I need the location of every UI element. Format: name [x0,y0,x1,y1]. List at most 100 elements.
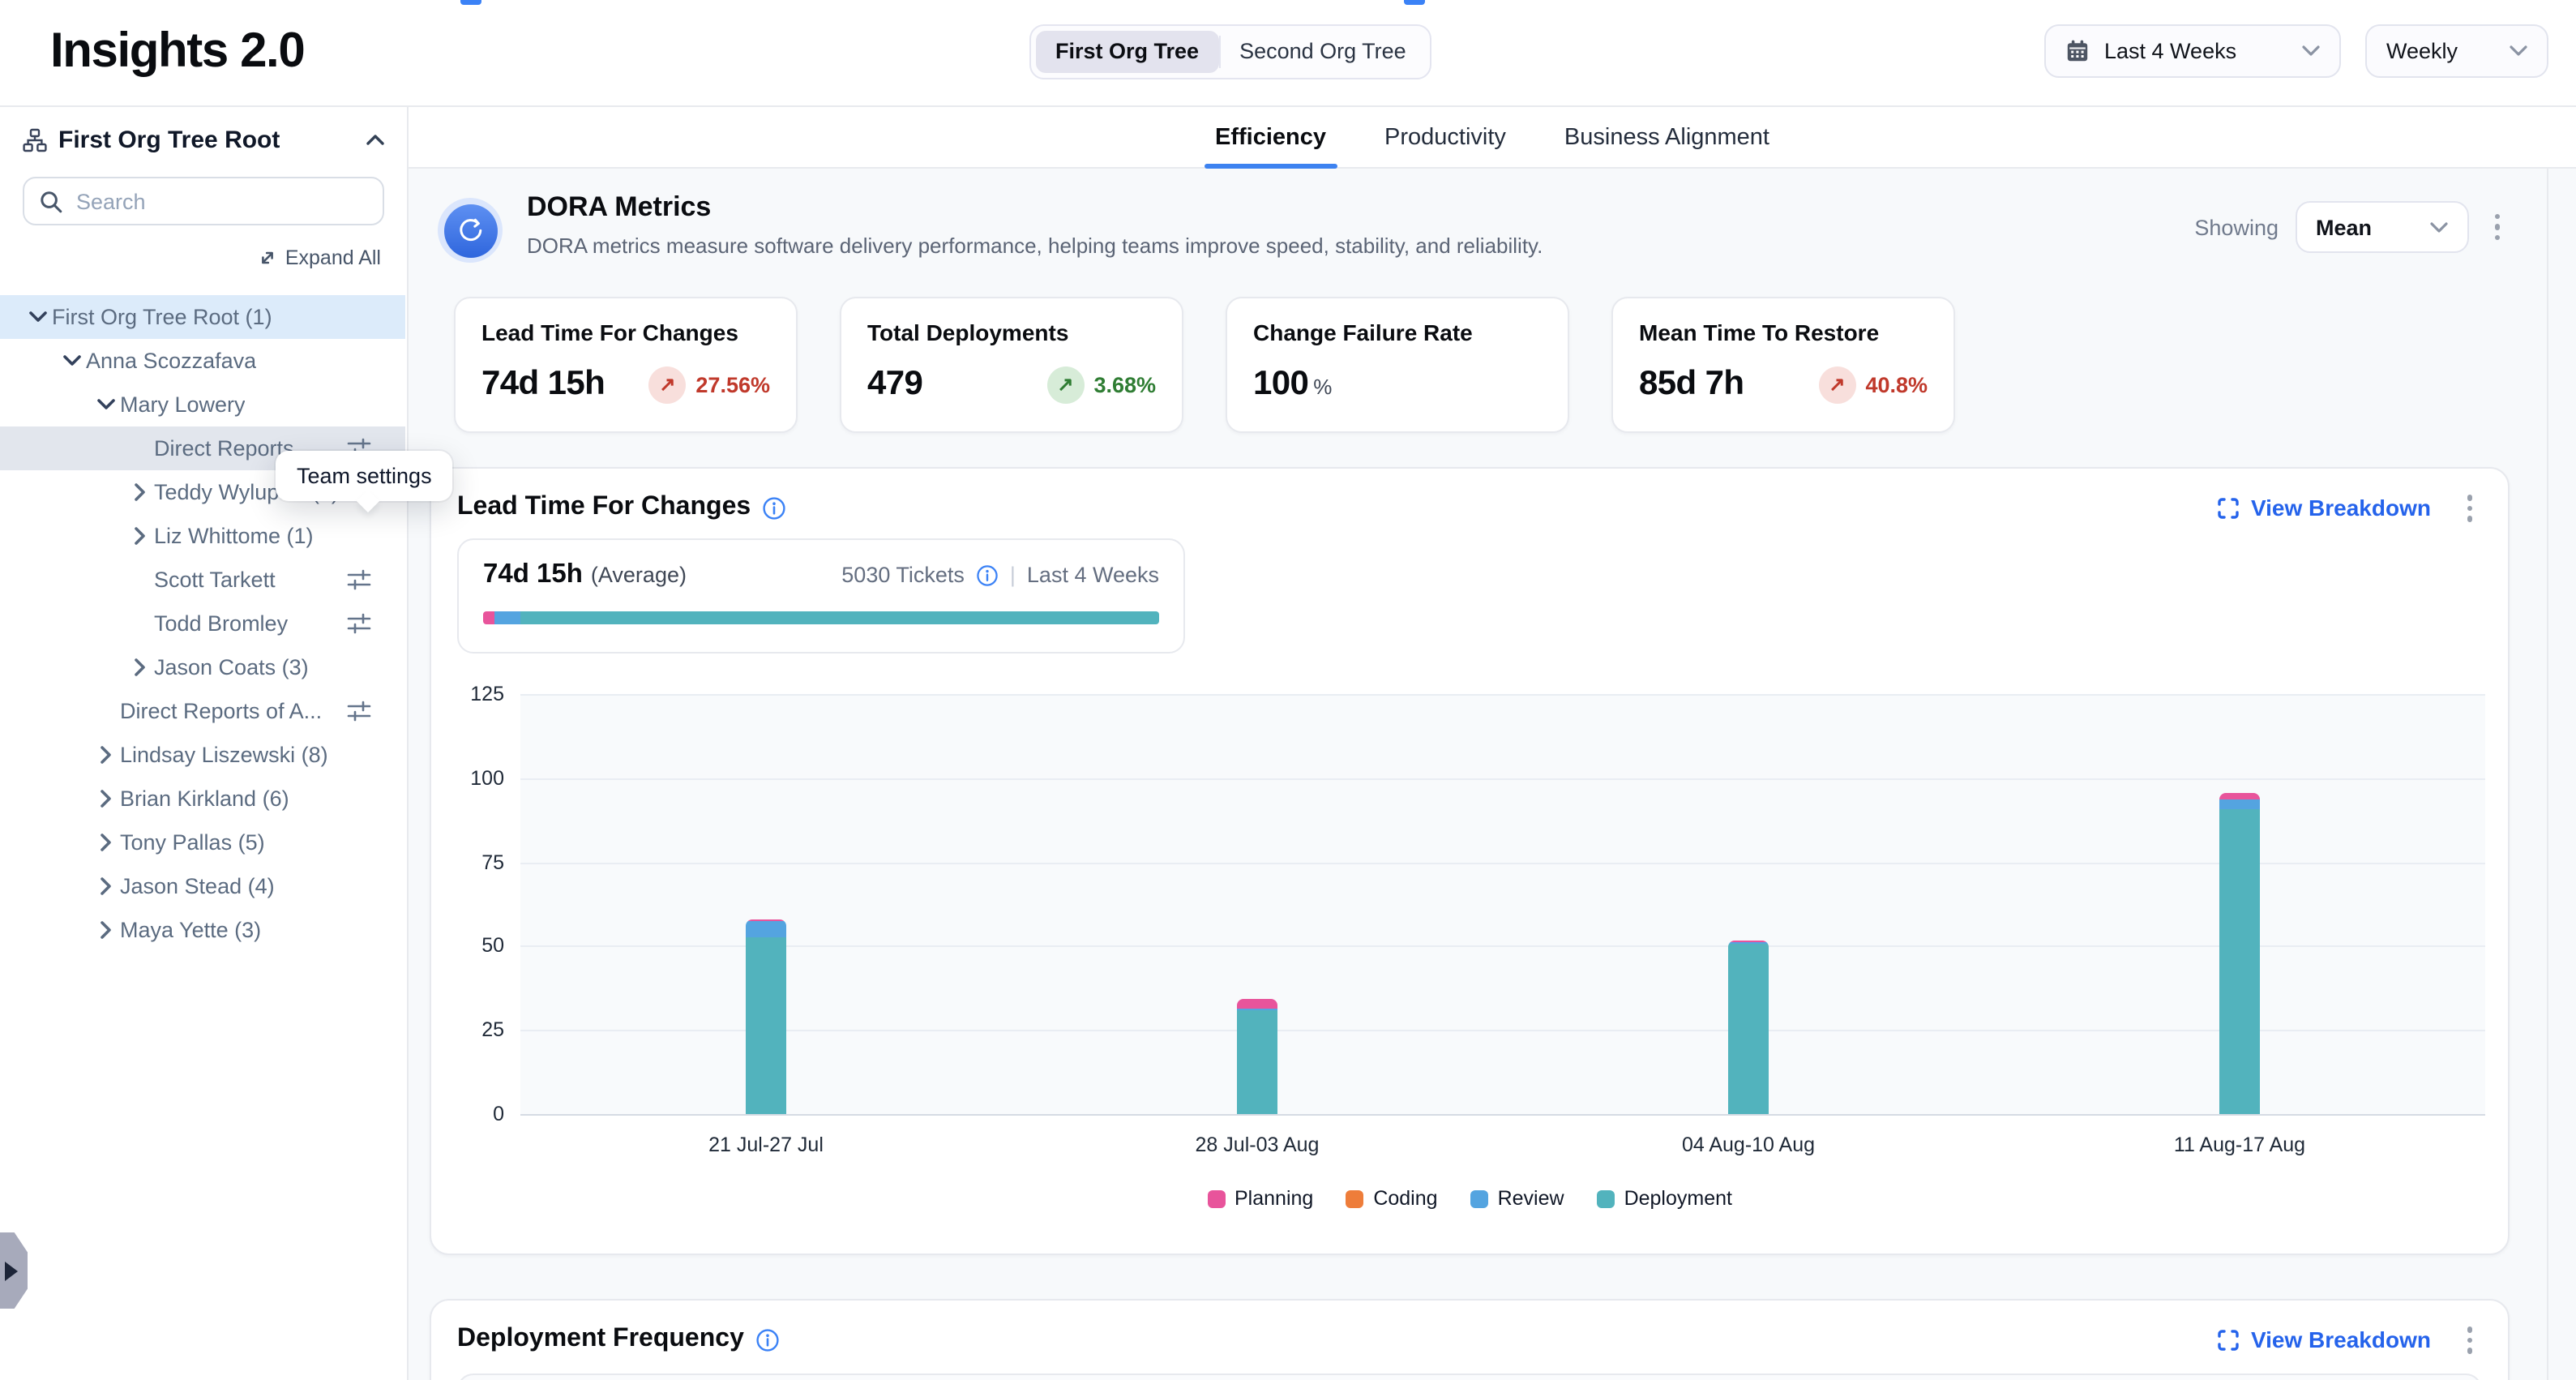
legend-swatch [1207,1189,1225,1207]
deployment-kebab-menu[interactable] [2457,1323,2482,1356]
y-axis-tick: 0 [436,1103,504,1125]
lead-time-chart: 025507510012521 Jul-27 Jul28 Jul-03 Aug0… [431,469,2508,1254]
info-icon[interactable] [755,1328,780,1352]
tree-item[interactable]: Jason Coats (3) [0,645,405,689]
chevron-right-icon[interactable] [125,521,154,551]
chevron-right-icon[interactable] [91,828,120,857]
dora-cycle-icon [438,198,503,263]
bar-21-jul-27-jul[interactable] [746,919,786,1114]
tree-item-label: Direct Reports of A... [120,699,322,723]
bar-11-aug-17-aug[interactable] [2219,792,2260,1114]
app-header: Insights 2.0 First Org Tree Second Org T… [0,0,2576,105]
org-tree-toggle[interactable]: First Org Tree Second Org Tree [1029,24,1432,79]
team-settings-icon[interactable] [347,699,371,723]
scrollbar-gutter [2547,167,2548,1380]
view-breakdown-button[interactable]: View Breakdown [2219,1327,2431,1353]
toggle-divider [1218,36,1220,68]
period-select-value: Last 4 Weeks [2104,39,2236,63]
tooltip-text: Team settings [297,464,432,488]
tree-item-label: Todd Bromley [154,611,288,636]
tree-item-label: Mary Lowery [120,392,246,417]
y-axis-tick: 75 [436,851,504,873]
period-select[interactable]: Last 4 Weeks [2044,24,2341,78]
active-tab-underline [1204,164,1337,169]
tree-item[interactable]: Todd Bromley [0,602,405,645]
collapse-sidebar-chevron-up-icon[interactable] [366,135,384,146]
legend-item-planning[interactable]: Planning [1207,1187,1313,1210]
org-toggle-second[interactable]: Second Org Tree [1220,31,1426,73]
chevron-down-icon[interactable] [91,390,120,419]
team-settings-tooltip: Team settings [276,451,453,501]
clipped-top-fragment [460,0,481,5]
view-breakdown-label: View Breakdown [2251,1327,2431,1353]
legend-swatch [1346,1189,1363,1207]
tree-item[interactable]: Anna Scozzafava [0,339,405,383]
metric-card-value: 479 [867,365,922,404]
legend-item-review[interactable]: Review [1470,1187,1564,1210]
showing-label: Showing [2194,215,2279,239]
bar-28-jul-03-aug[interactable] [1237,998,1277,1114]
sidebar-title: First Org Tree Root [58,126,355,154]
tree-item[interactable]: First Org Tree Root (1) [0,295,405,339]
org-toggle-first[interactable]: First Org Tree [1036,31,1218,73]
chevron-spacer [125,565,154,594]
chevron-down-icon[interactable] [23,302,52,332]
tree-item-label: Jason Coats (3) [154,655,309,679]
tab-productivity[interactable]: Productivity [1384,107,1506,167]
deployment-frequency-section: Deployment Frequency View Breakdown [430,1299,2510,1380]
tree-item[interactable]: Maya Yette (3) [0,908,405,952]
right-arrow-icon [5,1261,18,1280]
page-title: Insights 2.0 [50,24,304,79]
search-placeholder: Search [76,189,146,213]
chevron-right-icon[interactable] [91,740,120,769]
tab-efficiency[interactable]: Efficiency [1215,107,1326,167]
chevron-down-icon[interactable] [57,346,86,375]
metric-card-title: Change Failure Rate [1253,319,1542,345]
dora-kebab-menu[interactable] [2484,211,2510,244]
plot-area [520,694,2485,1114]
y-axis-tick: 25 [436,1018,504,1041]
tree-item-label: Maya Yette (3) [120,918,261,942]
deployment-summary-chip [457,1374,2482,1380]
metric-card-value: 85d 7h [1639,365,1744,404]
tree-item[interactable]: Lindsay Liszewski (8) [0,733,405,777]
tree-item[interactable]: Mary Lowery [0,383,405,426]
tree-item[interactable]: Brian Kirkland (6) [0,777,405,821]
tree-item-label: Anna Scozzafava [86,349,256,373]
showing-mean-select[interactable]: Mean [2295,201,2468,253]
expand-all-button[interactable]: Expand All [0,246,381,269]
chevron-right-icon[interactable] [91,784,120,813]
gridline [520,862,2485,864]
expand-all-label: Expand All [285,246,381,269]
tree-item[interactable]: Scott Tarkett [0,558,405,602]
chart-legend: Planning Coding Review Deployment [431,1187,2508,1210]
legend-item-deployment[interactable]: Deployment [1597,1187,1732,1210]
tree-item[interactable]: Liz Whittome (1) [0,514,405,558]
tree-item[interactable]: Direct Reports of A... [0,689,405,733]
tree-item[interactable]: Jason Stead (4) [0,864,405,908]
clipped-top-fragment [1404,0,1425,5]
chevron-right-icon[interactable] [125,478,154,507]
search-input[interactable]: Search [23,177,384,225]
bar-segment-planning [1237,998,1277,1008]
chevron-right-icon[interactable] [125,653,154,682]
team-settings-icon[interactable] [347,611,371,636]
metric-delta-badge: ↗40.8% [1818,366,1928,403]
granularity-select[interactable]: Weekly [2365,24,2548,78]
bar-segment-deployment [1237,1010,1277,1114]
metric-card-value: 100% [1253,365,1332,404]
chevron-right-icon[interactable] [91,872,120,901]
search-icon [39,189,63,213]
metric-delta-value: 3.68% [1093,372,1156,396]
calendar-icon [2065,39,2090,63]
team-settings-icon[interactable] [347,568,371,592]
tab-business-alignment[interactable]: Business Alignment [1564,107,1769,167]
legend-item-coding[interactable]: Coding [1346,1187,1437,1210]
metric-card-total-deployments: Total Deployments479↗3.68% [840,297,1183,433]
bar-04-aug-10-aug[interactable] [1728,941,1769,1114]
expand-corners-icon [2219,1330,2240,1351]
gridline [520,694,2485,696]
bar-segment-review [2219,800,2260,809]
chevron-right-icon[interactable] [91,915,120,945]
tree-item[interactable]: Tony Pallas (5) [0,821,405,864]
